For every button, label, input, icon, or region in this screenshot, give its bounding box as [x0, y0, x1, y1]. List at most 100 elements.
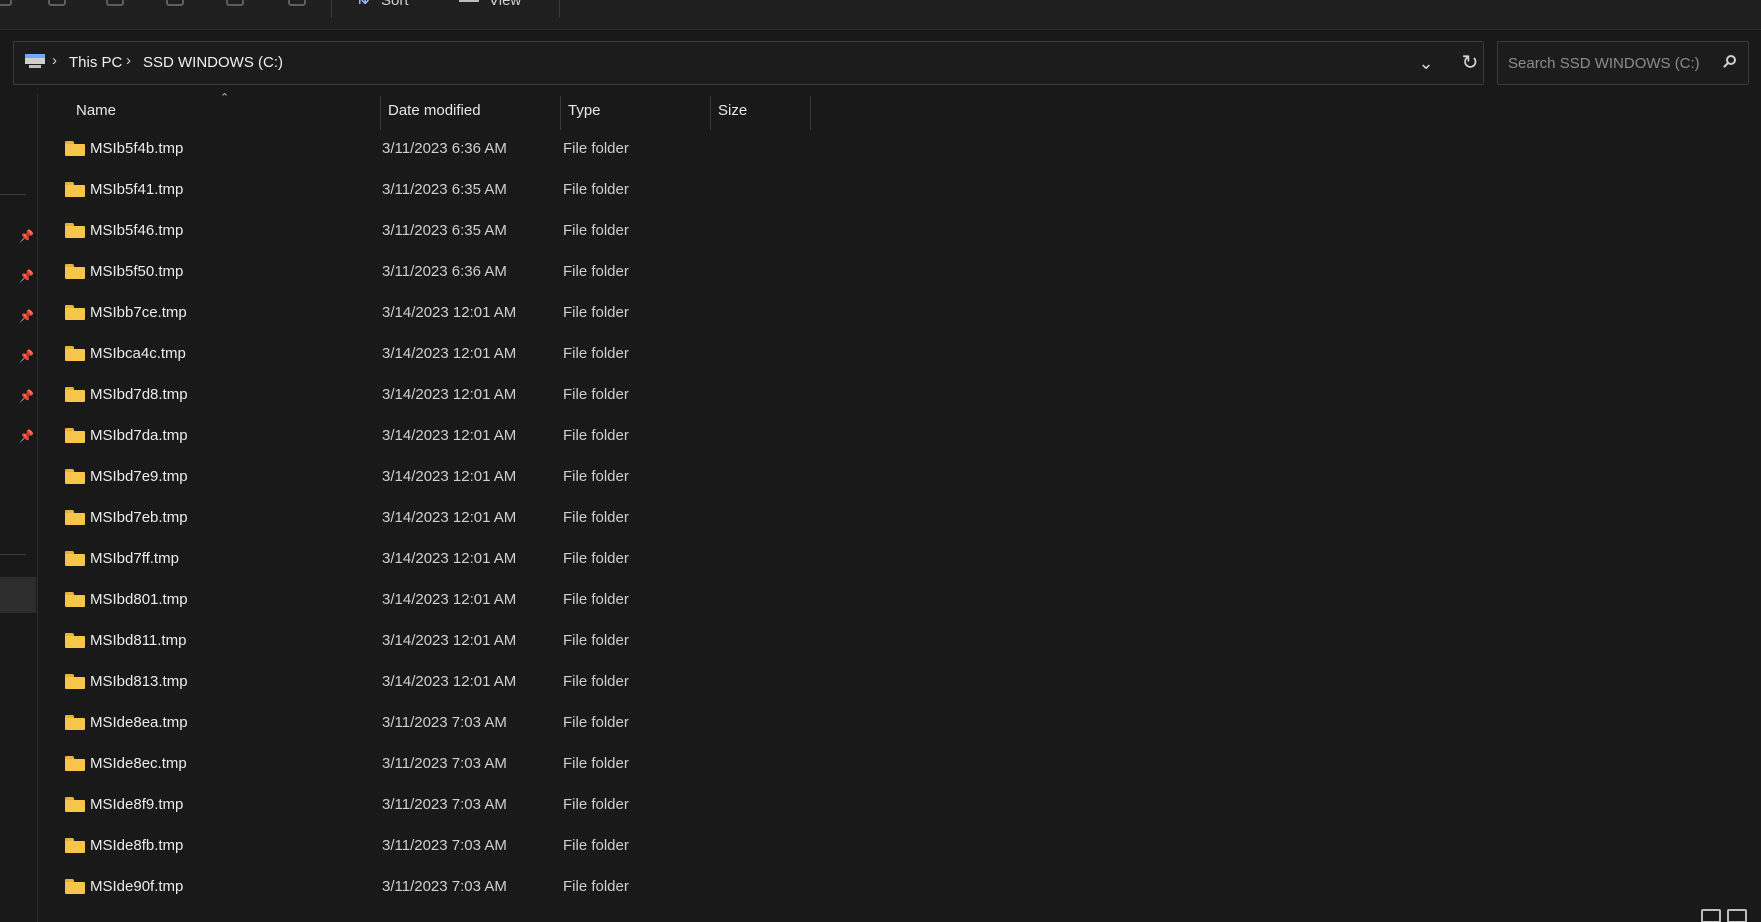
file-date-modified: 3/14/2023 12:01 AM: [382, 345, 517, 362]
paste-icon[interactable]: [166, 0, 184, 6]
table-row[interactable]: MSIbd7eb.tmp 3/14/2023 12:01 AM File folde…: [57, 503, 1669, 544]
chevron-down-icon[interactable]: ⌄: [1415, 49, 1437, 77]
file-name[interactable]: MSIbd7e9.tmp: [90, 468, 188, 485]
file-date-modified: 3/14/2023 12:01 AM: [382, 509, 517, 526]
navigation-pane: 📌 📌 📌 📌 📌 📌: [0, 94, 38, 922]
file-name[interactable]: MSIb5f50.tmp: [90, 263, 183, 280]
pin-icon[interactable]: 📌: [19, 389, 34, 403]
file-name[interactable]: MSIb5f41.tmp: [90, 181, 183, 198]
file-type: File folder: [563, 427, 629, 444]
column-size[interactable]: Size: [711, 94, 747, 128]
folder-icon: [65, 674, 85, 689]
file-name[interactable]: MSIbd801.tmp: [90, 591, 188, 608]
file-name[interactable]: MSIde8ea.tmp: [90, 714, 188, 731]
folder-icon: [65, 428, 85, 443]
table-row[interactable]: MSIb5f41.tmp 3/11/2023 6:35 AM File folder: [57, 175, 1669, 216]
view-button[interactable]: View: [489, 0, 521, 9]
address-bar[interactable]: › This PC › SSD WINDOWS (C:) ⌄ ↻: [13, 41, 1484, 85]
file-name[interactable]: MSIbd7eb.tmp: [90, 509, 188, 526]
table-row[interactable]: MSIde8fb.tmp 3/11/2023 7:03 AM File folder: [57, 831, 1669, 872]
breadcrumb-drive[interactable]: SSD WINDOWS (C:): [143, 54, 283, 71]
table-row[interactable]: MSIde8ec.tmp 3/11/2023 7:03 AM File folder: [57, 749, 1669, 790]
table-row[interactable]: MSIb5f46.tmp 3/11/2023 6:35 AM File folder: [57, 216, 1669, 257]
folder-icon: [65, 838, 85, 853]
folder-icon: [65, 346, 85, 361]
table-row[interactable]: MSIbd7d8.tmp 3/14/2023 12:01 AM File folde…: [57, 380, 1669, 421]
file-name[interactable]: MSIbd7d8.tmp: [90, 386, 188, 403]
file-type: File folder: [563, 263, 629, 280]
search-icon[interactable]: [1722, 55, 1736, 69]
copy-icon[interactable]: [106, 0, 124, 6]
file-type: File folder: [563, 509, 629, 526]
file-name[interactable]: MSIbd7ff.tmp: [90, 550, 179, 567]
tiles-view-icon[interactable]: [1727, 909, 1747, 922]
table-row[interactable]: MSIbca4c.tmp 3/14/2023 12:01 AM File folde…: [57, 339, 1669, 380]
file-type: File folder: [563, 632, 629, 649]
nav-selected-item[interactable]: [0, 577, 36, 613]
table-row[interactable]: MSIbd7e9.tmp 3/14/2023 12:01 AM File folde…: [57, 462, 1669, 503]
file-name[interactable]: MSIde90f.tmp: [90, 878, 183, 895]
file-name[interactable]: MSIb5f4b.tmp: [90, 140, 183, 157]
address-row: › This PC › SSD WINDOWS (C:) ⌄ ↻: [0, 30, 1761, 94]
breadcrumb-chevron-icon[interactable]: ›: [52, 52, 57, 69]
table-row[interactable]: MSIde8ea.tmp 3/11/2023 7:03 AM File folder: [57, 708, 1669, 749]
folder-icon: [65, 879, 85, 894]
nav-divider: [0, 554, 26, 555]
column-date-modified[interactable]: Date modified: [381, 94, 481, 128]
pin-icon[interactable]: 📌: [19, 309, 34, 323]
folder-icon: [65, 223, 85, 238]
folder-icon: [65, 633, 85, 648]
table-row[interactable]: MSIbb7ce.tmp 3/14/2023 12:01 AM File folde…: [57, 298, 1669, 339]
file-name[interactable]: MSIbb7ce.tmp: [90, 304, 187, 321]
new-icon[interactable]: [0, 0, 12, 6]
details-view-icon[interactable]: [1701, 909, 1721, 922]
table-row[interactable]: MSIbd801.tmp 3/14/2023 12:01 AM File folde…: [57, 585, 1669, 626]
file-name[interactable]: MSIbd811.tmp: [90, 632, 186, 649]
sort-ascending-icon: ⌃: [220, 92, 230, 104]
folder-icon: [65, 510, 85, 525]
table-row[interactable]: MSIb5f50.tmp 3/11/2023 6:36 AM File folder: [57, 257, 1669, 298]
file-name[interactable]: MSIbca4c.tmp: [90, 345, 186, 362]
file-name[interactable]: MSIde8ec.tmp: [90, 755, 187, 772]
sort-button[interactable]: Sort: [381, 0, 409, 9]
table-row[interactable]: MSIbd7da.tmp 3/14/2023 12:01 AM File folde…: [57, 421, 1669, 462]
sort-icon[interactable]: ⇅: [355, 0, 370, 9]
file-name[interactable]: MSIde8f9.tmp: [90, 796, 183, 813]
table-row[interactable]: MSIbd813.tmp 3/14/2023 12:01 AM File folde…: [57, 667, 1669, 708]
pin-icon[interactable]: 📌: [19, 229, 34, 243]
table-row[interactable]: MSIbd811.tmp 3/14/2023 12:01 AM File folde…: [57, 626, 1669, 667]
folder-icon: [65, 182, 85, 197]
table-row[interactable]: MSIde90f.tmp 3/11/2023 7:03 AM File folder: [57, 872, 1669, 913]
column-type[interactable]: Type: [561, 94, 601, 128]
file-type: File folder: [563, 796, 629, 813]
column-name[interactable]: Name: [69, 94, 116, 128]
file-name[interactable]: MSIb5f46.tmp: [90, 222, 183, 239]
table-row[interactable]: MSIde8f9.tmp 3/11/2023 7:03 AM File folder: [57, 790, 1669, 831]
file-name[interactable]: MSIbd813.tmp: [90, 673, 188, 690]
file-type: File folder: [563, 755, 629, 772]
table-row[interactable]: MSIb5f4b.tmp 3/11/2023 6:36 AM File folder: [57, 134, 1669, 175]
breadcrumb-this-pc[interactable]: This PC: [69, 54, 122, 71]
file-type: File folder: [563, 837, 629, 854]
this-pc-icon[interactable]: [25, 54, 45, 68]
search-box[interactable]: [1497, 41, 1749, 85]
pin-icon[interactable]: 📌: [19, 349, 34, 363]
cut-icon[interactable]: [48, 0, 66, 6]
file-name[interactable]: MSIbd7da.tmp: [90, 427, 188, 444]
column-separator[interactable]: [810, 96, 811, 130]
refresh-icon[interactable]: ↻: [1457, 49, 1483, 77]
file-date-modified: 3/11/2023 7:03 AM: [382, 796, 507, 813]
view-icon[interactable]: [459, 0, 479, 2]
search-input[interactable]: [1508, 51, 1708, 75]
folder-icon: [65, 551, 85, 566]
file-date-modified: 3/11/2023 6:36 AM: [382, 263, 507, 280]
breadcrumb-chevron-icon[interactable]: ›: [126, 52, 131, 69]
pin-icon[interactable]: 📌: [19, 269, 34, 283]
file-date-modified: 3/14/2023 12:01 AM: [382, 386, 517, 403]
delete-icon[interactable]: [288, 0, 306, 6]
file-name[interactable]: MSIde8fb.tmp: [90, 837, 183, 854]
pin-icon[interactable]: 📌: [19, 429, 34, 443]
rename-icon[interactable]: [226, 0, 244, 6]
file-type: File folder: [563, 345, 629, 362]
table-row[interactable]: MSIbd7ff.tmp 3/14/2023 12:01 AM File folde…: [57, 544, 1669, 585]
